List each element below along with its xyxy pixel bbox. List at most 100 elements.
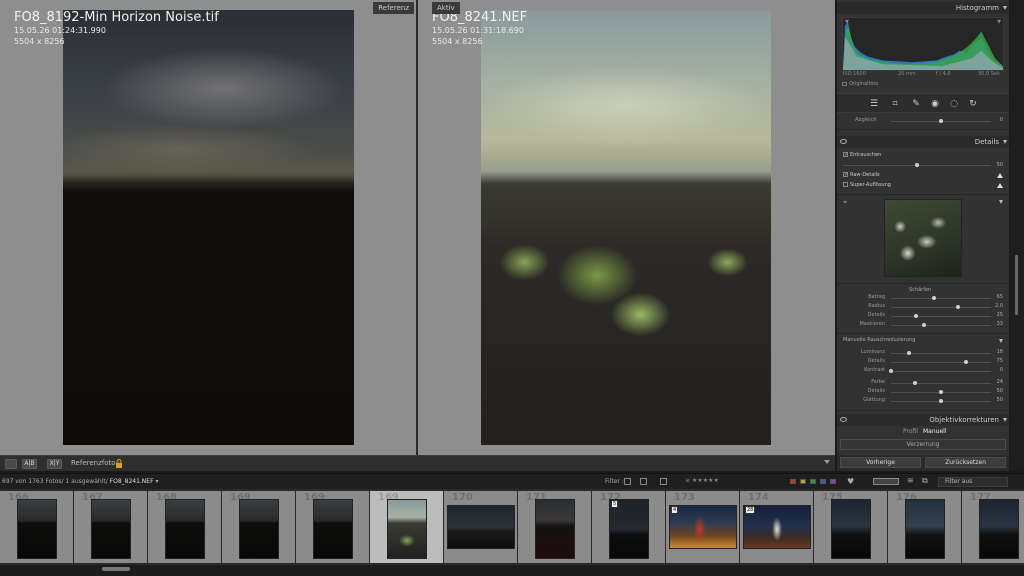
visibility-eye-icon[interactable] <box>840 139 847 144</box>
slider-track[interactable] <box>891 323 991 327</box>
reset-button[interactable]: Zurücksetzen <box>925 457 1006 468</box>
filmstrip-cell[interactable]: 177 <box>962 491 1024 563</box>
slider-track[interactable] <box>891 351 991 355</box>
checkbox-box[interactable] <box>843 182 848 187</box>
slider-knob[interactable] <box>922 323 926 327</box>
scrollbar-thumb[interactable] <box>102 567 130 571</box>
filmstrip-cell[interactable]: 175 <box>814 491 887 563</box>
filmstrip-cell[interactable]: 166 <box>0 491 73 563</box>
denoise-checkbox[interactable]: ✓ Entrauschen <box>843 152 881 158</box>
filter-select[interactable]: Filter aus <box>938 477 1008 487</box>
color-label-swatch[interactable] <box>830 479 836 484</box>
reset-icon[interactable]: ↻ <box>968 99 978 109</box>
collapse-triangle-icon[interactable] <box>1003 418 1007 422</box>
filmstrip-cell[interactable]: 172 5 <box>592 491 665 563</box>
rating-filter[interactable]: ≥ ★★★★★ <box>685 477 719 484</box>
color-label-swatch[interactable] <box>800 479 806 484</box>
checkbox-box[interactable]: ✓ <box>843 152 848 158</box>
filmstrip-thumbnail[interactable] <box>831 499 871 559</box>
slider-track[interactable] <box>891 390 991 394</box>
distortion-section[interactable]: Verzerrung <box>840 439 1006 450</box>
active-pane[interactable]: FO8_8241.NEF 15.05.26 01:31:18.690 5504 … <box>418 0 835 455</box>
lens-corrections-header[interactable]: Objektivkorrekturen <box>837 414 1009 426</box>
filmstrip-cell[interactable]: 169 <box>222 491 295 563</box>
slider-knob[interactable] <box>939 390 943 394</box>
slider-knob[interactable] <box>932 296 936 300</box>
slider-track[interactable] <box>891 381 991 385</box>
filmstrip-cell[interactable]: 171 <box>518 491 591 563</box>
align-slider[interactable] <box>891 119 991 123</box>
crop-icon[interactable]: ⌗ <box>890 99 900 109</box>
slider-track[interactable] <box>891 305 991 309</box>
original-photo-checkbox[interactable]: Originalfoto <box>842 81 878 87</box>
super-resolution-checkbox[interactable]: Super-Auflösung <box>843 182 891 188</box>
slider-track[interactable] <box>891 360 991 364</box>
filmstrip-cell[interactable]: 168 <box>148 491 221 563</box>
checkbox-box[interactable] <box>842 81 847 86</box>
filmstrip-cell[interactable]: 169 <box>296 491 369 563</box>
slider-track[interactable] <box>891 296 991 300</box>
checkbox-box[interactable]: ✓ <box>843 172 848 178</box>
active-photo[interactable] <box>481 10 771 445</box>
color-label-swatch[interactable] <box>820 479 826 484</box>
swap-button[interactable]: X|Y <box>47 459 62 469</box>
filmstrip-thumbnail[interactable] <box>165 499 205 559</box>
loupe-view-button[interactable] <box>5 459 17 469</box>
stack-icon[interactable]: ≋ <box>907 476 914 485</box>
filmstrip-thumbnail[interactable] <box>313 499 353 559</box>
histogram-header[interactable]: Histogramm <box>837 2 1009 14</box>
filmstrip-thumbnail[interactable] <box>239 499 279 559</box>
slider-knob[interactable] <box>889 369 893 373</box>
slider-knob[interactable] <box>939 399 943 403</box>
filmstrip-thumbnail[interactable] <box>609 499 649 559</box>
tab-manual[interactable]: Manuell <box>923 428 946 435</box>
collapse-triangle-icon[interactable] <box>1003 140 1007 144</box>
selected-filename[interactable]: FO8_8241.NEF <box>110 478 154 485</box>
visibility-eye-icon[interactable] <box>840 417 847 422</box>
stack-count-badge[interactable]: 28 <box>745 506 756 514</box>
filmstrip-thumbnail[interactable] <box>669 505 737 549</box>
collapse-triangle-icon[interactable] <box>999 339 1003 343</box>
slider-track[interactable] <box>891 314 991 318</box>
slider-knob[interactable] <box>956 305 960 309</box>
filmstrip-cell[interactable]: 167 <box>74 491 147 563</box>
filmstrip-thumbnail[interactable] <box>979 499 1019 559</box>
details-header[interactable]: Details <box>837 136 1009 148</box>
healing-icon[interactable]: ✎ <box>911 99 921 109</box>
collapse-triangle-icon[interactable] <box>999 200 1003 204</box>
filmstrip-cell[interactable]: 169 <box>370 491 443 563</box>
flag-filter-icon[interactable] <box>640 478 647 485</box>
slider-knob[interactable] <box>914 314 918 318</box>
filmstrip-cell[interactable]: 173 4 <box>666 491 739 563</box>
heart-icon[interactable]: ♥ <box>847 477 854 486</box>
slider-knob[interactable] <box>913 381 917 385</box>
detail-preview-image[interactable] <box>884 199 962 277</box>
filmstrip-thumbnail[interactable] <box>387 499 427 559</box>
collapse-triangle-icon[interactable] <box>1003 6 1007 10</box>
denoise-slider[interactable] <box>843 163 991 167</box>
copy-icon[interactable]: ⧉ <box>922 476 928 486</box>
lock-icon[interactable] <box>115 459 123 468</box>
tab-profile[interactable]: Profil <box>903 428 918 435</box>
filmstrip-scrollbar[interactable] <box>0 565 1024 576</box>
slider-knob[interactable] <box>907 351 911 355</box>
toolbar-menu-icon[interactable] <box>824 460 830 464</box>
slider-knob[interactable] <box>915 163 919 167</box>
slider-track[interactable] <box>889 369 991 373</box>
reference-photo[interactable] <box>63 10 354 445</box>
filmstrip-thumbnail[interactable] <box>91 499 131 559</box>
color-label-swatch[interactable] <box>810 479 816 484</box>
slider-knob[interactable] <box>964 360 968 364</box>
slider-track[interactable] <box>891 399 991 403</box>
filmstrip-cell[interactable]: 174 28 <box>740 491 813 563</box>
filmstrip-thumbnail[interactable] <box>535 499 575 559</box>
color-label-swatch[interactable] <box>790 479 796 484</box>
mask-icon[interactable]: ◌ <box>949 99 959 109</box>
compare-view-button[interactable]: A|B <box>22 459 37 469</box>
reference-pane[interactable]: FO8_8192-Min Horizon Noise.tif 15.05.26 … <box>0 0 416 455</box>
slider-knob[interactable] <box>939 119 943 123</box>
stack-count-badge[interactable]: 5 <box>611 500 619 508</box>
scrollbar-thumb[interactable] <box>1015 255 1018 315</box>
target-icon[interactable]: ⌖ <box>843 198 847 207</box>
flag-filter-icon[interactable] <box>660 478 667 485</box>
